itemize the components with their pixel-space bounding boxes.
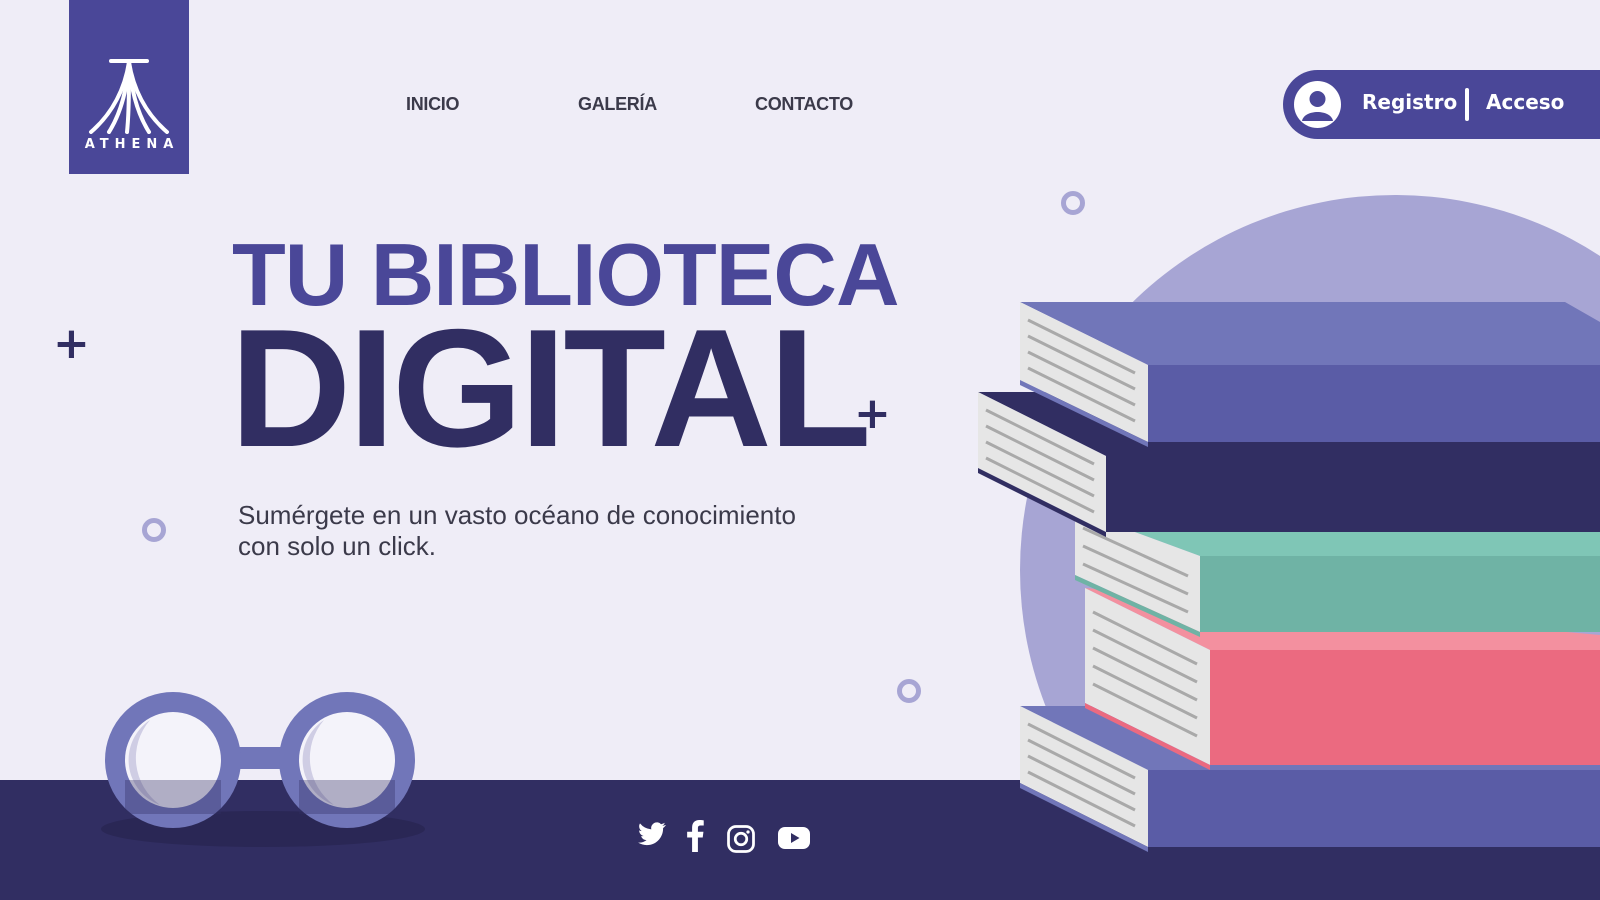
brand-logo[interactable]: ATHENA [69, 0, 189, 174]
ring-decoration [1061, 191, 1085, 215]
auth-panel: Registro Acceso [1283, 70, 1600, 139]
nav-item-galeria[interactable]: GALERÍA [578, 94, 657, 115]
facebook-icon[interactable] [686, 820, 704, 852]
hero-title-line2: DIGITAL [230, 294, 871, 482]
hero-subtitle-line1: Sumérgete en un vasto océano de conocimi… [238, 500, 796, 530]
hero-subtitle-line2: con solo un click. [238, 531, 436, 561]
landing-page: ATHENA INICIO GALERÍA CONTACTO Registro … [0, 0, 1600, 900]
ring-decoration [897, 679, 921, 703]
logo-columns-icon [89, 59, 169, 134]
twitter-icon[interactable] [638, 822, 666, 846]
plus-decoration: + [53, 318, 90, 369]
login-link[interactable]: Acceso [1486, 90, 1564, 114]
register-link[interactable]: Registro [1362, 90, 1457, 114]
auth-divider [1465, 88, 1469, 121]
instagram-icon[interactable] [726, 824, 756, 854]
nav-item-inicio[interactable]: INICIO [406, 94, 460, 115]
nav-item-contacto[interactable]: CONTACTO [755, 94, 853, 115]
youtube-icon[interactable] [778, 826, 810, 850]
plus-decoration: + [854, 388, 891, 439]
logo-text: ATHENA [84, 137, 180, 152]
hero-subtitle: Sumérgete en un vasto océano de conocimi… [238, 500, 838, 562]
user-circle-icon[interactable] [1294, 81, 1341, 128]
ring-decoration [142, 518, 166, 542]
